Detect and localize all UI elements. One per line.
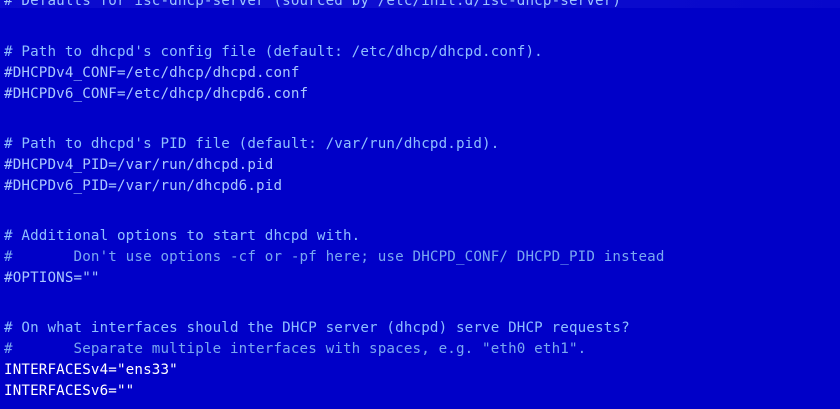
config-line-options-note: # Don't use options -cf or -pf here; use… xyxy=(4,249,665,265)
config-line-interfaces-v6[interactable]: INTERFACESv6="" xyxy=(4,382,134,400)
config-line-conf-comment: # Path to dhcpd's config file (default: … xyxy=(4,44,543,60)
config-line-pid-comment: # Path to dhcpd's PID file (default: /va… xyxy=(4,136,500,152)
config-line-interfaces-comment: # On what interfaces should the DHCP ser… xyxy=(4,320,630,336)
config-line-options-comment: # Additional options to start dhcpd with… xyxy=(4,228,361,244)
config-line-interfaces-note: # Separate multiple interfaces with spac… xyxy=(4,341,587,357)
config-line-options: #OPTIONS="" xyxy=(4,270,100,286)
config-line-dhcpdv4-pid: #DHCPDv4_PID=/var/run/dhcpd.pid xyxy=(4,157,274,173)
config-line-dhcpdv4-conf: #DHCPDv4_CONF=/etc/dhcp/dhcpd.conf xyxy=(4,65,300,81)
terminal-window[interactable]: # Defaults for isc-dhcp-server (sourced … xyxy=(0,0,840,409)
config-line-header-comment: # Defaults for isc-dhcp-server (sourced … xyxy=(4,0,622,9)
config-line-dhcpdv6-conf: #DHCPDv6_CONF=/etc/dhcp/dhcpd6.conf xyxy=(4,86,309,102)
config-line-interfaces-v4[interactable]: INTERFACESv4="ens33" xyxy=(4,361,178,379)
config-line-dhcpdv6-pid: #DHCPDv6_PID=/var/run/dhcpd6.pid xyxy=(4,178,283,194)
